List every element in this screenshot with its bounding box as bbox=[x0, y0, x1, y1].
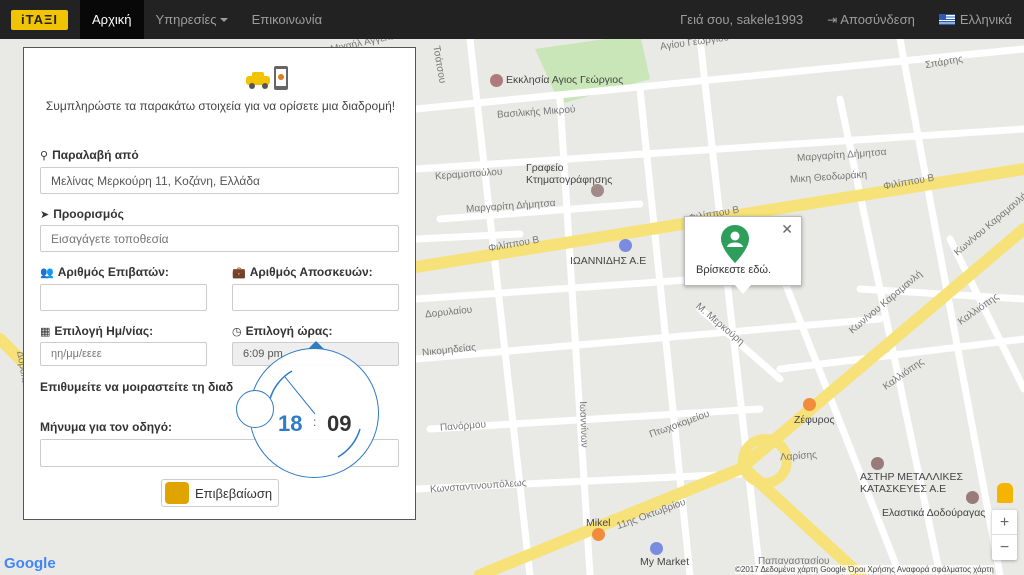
pickup-input[interactable] bbox=[40, 167, 399, 194]
language-link[interactable]: Ελληνικά bbox=[927, 0, 1024, 39]
nav-contact[interactable]: Επικοινωνία bbox=[240, 0, 335, 39]
time-label: ◷ Επιλογή ώρας: bbox=[232, 324, 333, 338]
navbar: iΤΑΞΙ Αρχική Υπηρεσίες Επικοινωνία Γειά … bbox=[0, 0, 1024, 39]
street-label: Ιωαννίνων bbox=[576, 401, 590, 448]
location-message: Βρίσκεστε εδώ. bbox=[696, 264, 771, 276]
nav-services-label: Υπηρεσίες bbox=[155, 12, 217, 27]
users-icon: 👥 bbox=[40, 267, 54, 279]
share-label: Επιθυμείτε να μοιραστείτε τη διαδ bbox=[40, 380, 234, 394]
passengers-input[interactable] bbox=[40, 284, 207, 311]
poi-label-text: Γραφείο Κτηματογράφησης bbox=[526, 162, 613, 186]
street-view-pegman-icon[interactable] bbox=[997, 483, 1013, 503]
briefcase-icon: 💼 bbox=[232, 267, 246, 279]
form-intro: Συμπληρώστε τα παρακάτω στοιχεία για να … bbox=[45, 99, 396, 113]
greek-flag-icon bbox=[938, 14, 955, 25]
clock-hours[interactable]: 18 bbox=[278, 411, 302, 437]
shop-icon[interactable] bbox=[619, 239, 632, 252]
language-label: Ελληνικά bbox=[959, 12, 1012, 27]
location-pin-icon bbox=[721, 225, 749, 263]
user-greeting[interactable]: Γειά σου, sakele1993 bbox=[668, 0, 815, 39]
map-footer[interactable]: ©2017 Δεδομένα χάρτη Google Όροι Χρήσης … bbox=[735, 565, 994, 574]
poi-label: Mikel bbox=[586, 517, 611, 529]
luggage-input[interactable] bbox=[232, 284, 399, 311]
location-info-window: ✕ Βρίσκεστε εδώ. bbox=[684, 216, 802, 294]
nav-services[interactable]: Υπηρεσίες bbox=[144, 0, 240, 39]
pickup-label: ⚲ Παραλαβή από bbox=[40, 148, 139, 162]
location-arrow-icon: ➤ bbox=[40, 209, 50, 221]
close-icon[interactable]: ✕ bbox=[781, 221, 793, 238]
luggage-label-text: Αριθμός Αποσκευών: bbox=[249, 265, 373, 279]
poi-label: ΑΣΤΗΡ ΜΕΤΑΛΛΙΚΕΣ ΚΑΤΑΣΚΕΥΕΣ Α.Ε bbox=[860, 471, 970, 495]
destination-input[interactable] bbox=[40, 225, 399, 252]
poi-label: Γραφείο Κτηματογράφησης bbox=[526, 162, 646, 186]
zoom-in-button[interactable]: + bbox=[992, 510, 1017, 535]
clock-icon: ◷ bbox=[232, 326, 242, 338]
confirm-button[interactable]: Επιβεβαίωση bbox=[161, 479, 279, 507]
poi-label: Ζέφυρος bbox=[794, 414, 835, 426]
factory-icon[interactable] bbox=[871, 457, 884, 470]
clock-separator: : bbox=[313, 415, 317, 429]
zoom-out-button[interactable]: − bbox=[992, 535, 1017, 560]
tire-shop-icon[interactable] bbox=[966, 491, 979, 504]
market-icon[interactable] bbox=[650, 542, 663, 555]
pickup-person-icon: ⚲ bbox=[40, 150, 49, 162]
luggage-label: 💼 Αριθμός Αποσκευών: bbox=[232, 265, 373, 279]
poi-label: Ελαστικά Δοδούραγας bbox=[882, 507, 986, 519]
zoom-control[interactable]: + − bbox=[992, 510, 1017, 560]
church-icon[interactable] bbox=[490, 74, 503, 87]
taxi-confirm-icon bbox=[165, 482, 189, 504]
cafe-icon[interactable] bbox=[592, 528, 605, 541]
calendar-icon: ▦ bbox=[40, 326, 51, 338]
clock-hand-knob[interactable] bbox=[236, 390, 274, 428]
destination-label-text: Προορισμός bbox=[53, 207, 124, 221]
logout-link[interactable]: ⇥ Αποσύνδεση bbox=[815, 0, 927, 39]
brand-logo[interactable]: iΤΑΞΙ bbox=[11, 9, 68, 30]
poi-label: My Market bbox=[640, 556, 690, 568]
caret-down-icon bbox=[219, 17, 228, 22]
date-label-text: Επιλογή Ημ/νίας: bbox=[54, 324, 154, 338]
restaurant-icon[interactable] bbox=[803, 398, 816, 411]
logout-label: Αποσύνδεση bbox=[840, 12, 915, 27]
message-label: Μήνυμα για τον οδηγό: bbox=[40, 420, 173, 434]
poi-label: ΙΩΑΝΝΙΔΗΣ Α.Ε bbox=[570, 255, 647, 267]
logout-icon: ⇥ bbox=[827, 12, 838, 27]
passengers-label-text: Αριθμός Επιβατών: bbox=[57, 265, 169, 279]
date-label: ▦ Επιλογή Ημ/νίας: bbox=[40, 324, 153, 338]
destination-label: ➤ Προορισμός bbox=[40, 207, 124, 221]
confirm-label: Επιβεβαίωση bbox=[195, 485, 273, 501]
passengers-label: 👥 Αριθμός Επιβατών: bbox=[40, 265, 169, 279]
date-input[interactable] bbox=[40, 342, 207, 366]
taxi-phone-icon bbox=[246, 66, 288, 90]
poi-label-text: ΑΣΤΗΡ ΜΕΤΑΛΛΙΚΕΣ ΚΑΤΑΣΚΕΥΕΣ Α.Ε bbox=[860, 471, 964, 495]
time-label-text: Επιλογή ώρας: bbox=[245, 324, 333, 338]
poi-label: Εκκλησία Αγιος Γεώργιος bbox=[506, 74, 624, 86]
clock-minutes[interactable]: 09 bbox=[327, 411, 351, 437]
nav-home[interactable]: Αρχική bbox=[80, 0, 144, 39]
pickup-label-text: Παραλαβή από bbox=[52, 148, 139, 162]
google-logo[interactable]: Google bbox=[4, 555, 56, 572]
google-logo-text: Google bbox=[4, 555, 56, 572]
